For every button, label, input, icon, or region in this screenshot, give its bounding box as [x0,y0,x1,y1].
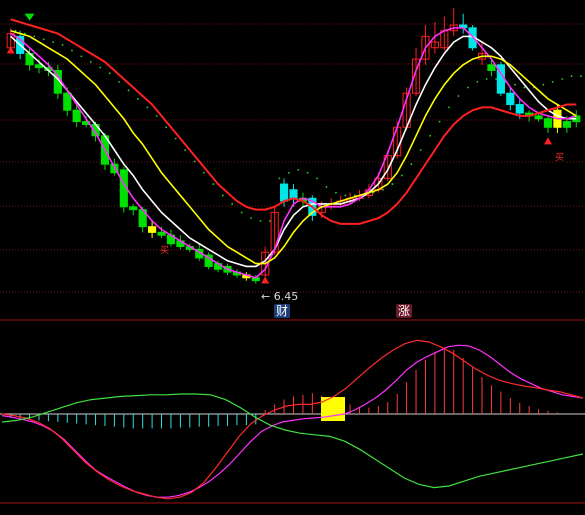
band-dot [495,78,498,80]
candle-body [289,189,298,199]
band-dot [212,183,215,185]
band-dot [250,217,252,220]
band-dot [193,160,196,163]
band-dot [457,95,460,97]
macd-line-magenta [1,344,584,498]
band-dot [325,186,328,188]
band-dot [287,171,290,174]
badge-cai[interactable]: 财 [274,304,291,318]
triangle-up-red-icon [261,276,270,284]
price-low-label: ← 6.45 [261,290,299,303]
band-dot [316,177,318,180]
band-dot [306,171,309,174]
band-dot [137,97,139,100]
band-dot [33,35,36,38]
band-dot [221,194,224,197]
buy-marker-text: 买 [160,246,170,256]
band-dot [523,86,526,89]
band-dot [259,220,262,222]
candle-body [279,183,289,202]
band-dot [89,61,92,63]
band-dot [485,78,488,80]
band-dot [401,174,403,177]
stock-chart-window: ← 6.45 财 涨 买 买 [0,0,585,515]
band-dot [448,106,450,109]
band-dot [344,194,347,197]
candle-body [515,104,524,114]
band-dot [278,177,281,180]
band-dot [429,134,432,137]
band-dot [231,203,234,205]
kline-chart-svg[interactable] [0,0,585,515]
band-dot [514,83,516,86]
band-dot [551,80,554,83]
candle-body [129,206,138,211]
band-dot [570,75,573,78]
band-dot [542,83,545,86]
band-dot [580,75,582,78]
band-dot [174,137,177,140]
macd-line-red [1,339,584,500]
band-dot [42,38,45,41]
band-dot [476,80,479,83]
buy-marker-text: 买 [555,153,565,163]
band-dot [52,41,55,43]
band-dot [80,55,83,58]
triangle-up-red-icon [544,137,553,145]
band-dot [155,115,158,117]
band-dot [184,149,186,151]
band-dot [466,86,469,89]
band-dot [297,168,300,171]
candle-body [506,92,515,106]
band-dot [118,80,121,83]
candle-body [63,92,72,111]
band-dot [240,211,243,214]
band-dot [71,49,73,52]
band-dot [61,44,64,46]
band-dot [165,126,168,129]
macd-line-green [1,393,584,489]
candle-body [543,118,553,128]
badge-zhang[interactable]: 涨 [396,304,413,318]
candle-body [157,231,166,236]
band-dot [99,66,102,69]
band-dot [419,149,422,151]
candle-body [562,121,571,128]
band-dot [335,191,337,194]
band-dot [269,220,271,222]
band-dot [146,106,149,109]
band-dot [127,89,130,92]
band-dot [410,163,413,166]
candle-body [148,226,157,233]
band-dot [561,78,564,80]
band-dot [382,188,384,191]
candle-body [72,109,81,123]
band-dot [108,72,111,75]
band-dot [391,183,394,185]
triangle-down-green-icon [24,13,35,21]
band-dot [438,120,441,123]
band-dot [203,171,205,174]
candle-body [534,115,543,120]
candle-body [487,64,496,71]
